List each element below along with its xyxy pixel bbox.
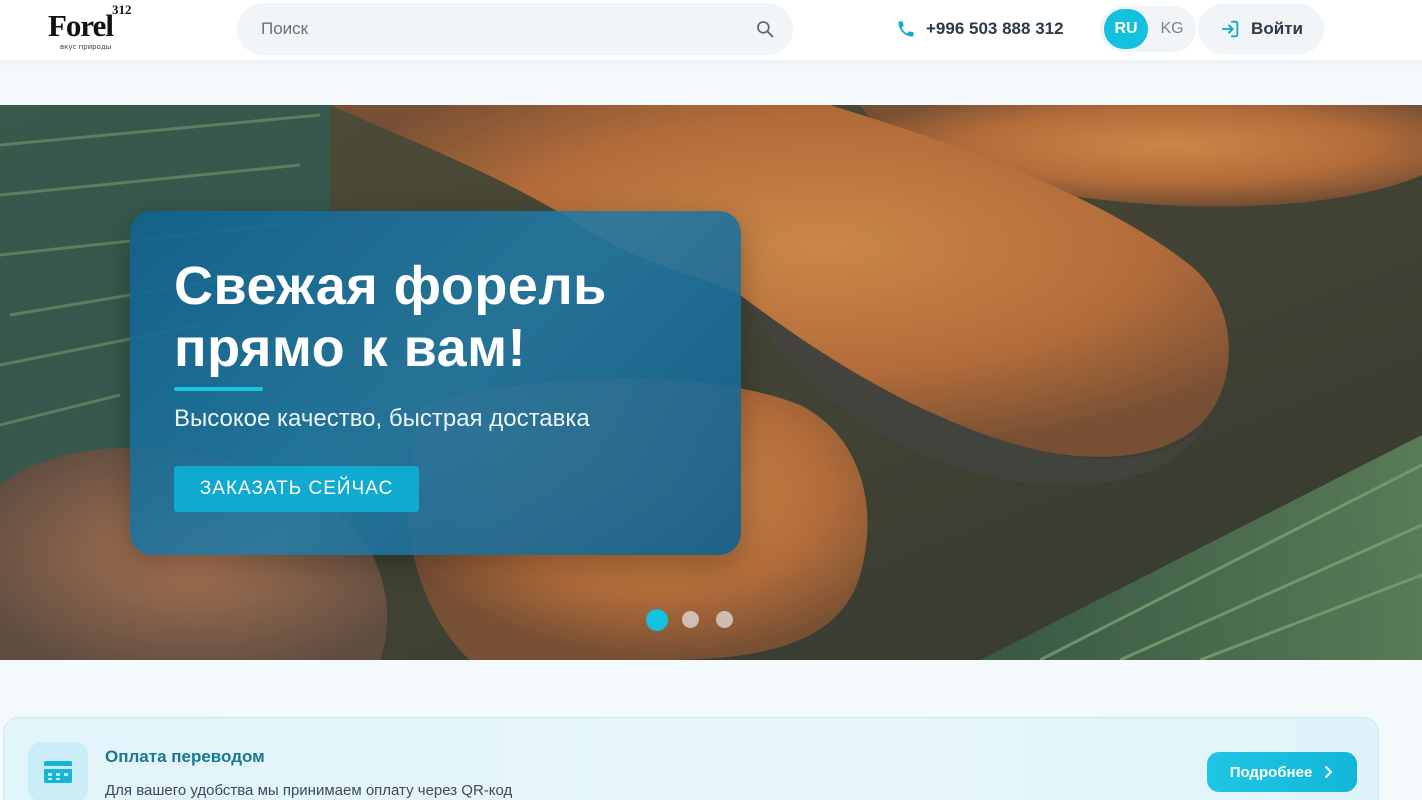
- language-switcher: RU KG: [1100, 6, 1196, 52]
- login-button[interactable]: Войти: [1198, 4, 1324, 54]
- site-header: 312 Forel вкус природы +996 503 888 312 …: [0, 0, 1422, 60]
- slider-dot-1[interactable]: [646, 609, 668, 631]
- order-now-button[interactable]: ЗАКАЗАТЬ СЕЙЧАС: [174, 466, 419, 512]
- lang-option-ru[interactable]: RU: [1104, 9, 1148, 49]
- more-details-label: Подробнее: [1229, 763, 1313, 781]
- slider-dot-3[interactable]: [716, 611, 733, 628]
- payment-banner: Оплата переводом Для вашего удобства мы …: [3, 717, 1379, 800]
- phone-icon: [898, 21, 914, 37]
- hero-subtitle: Высокое качество, быстрая доставка: [174, 405, 590, 432]
- phone-number: +996 503 888 312: [926, 19, 1064, 38]
- slider-dot-2[interactable]: [682, 611, 699, 628]
- payment-card-icon: [28, 742, 88, 800]
- more-details-button[interactable]: Подробнее: [1207, 752, 1357, 792]
- hero-slider: Свежая форель прямо к вам! Высокое качес…: [0, 105, 1422, 660]
- hero-title-underline: [174, 387, 263, 391]
- logo-word: Forel: [48, 8, 114, 43]
- search-icon[interactable]: [755, 19, 775, 39]
- chevron-right-icon: [1325, 766, 1333, 778]
- phone-link[interactable]: +996 503 888 312: [896, 16, 1064, 42]
- logo-tagline: вкус природы: [60, 43, 112, 51]
- hero-title: Свежая форель прямо к вам!: [174, 256, 607, 378]
- search-input[interactable]: [237, 3, 793, 55]
- payment-text: Для вашего удобства мы принимаем оплату …: [105, 782, 513, 799]
- login-label: Войти: [1251, 19, 1303, 38]
- hero-card: Свежая форель прямо к вам! Высокое качес…: [130, 211, 741, 555]
- login-icon: [1221, 20, 1239, 38]
- logo-number: 312: [112, 2, 132, 17]
- payment-title: Оплата переводом: [105, 747, 265, 766]
- search-bar: [237, 3, 793, 55]
- lang-option-kg[interactable]: KG: [1152, 9, 1192, 49]
- site-logo[interactable]: 312 Forel вкус природы: [44, 0, 134, 52]
